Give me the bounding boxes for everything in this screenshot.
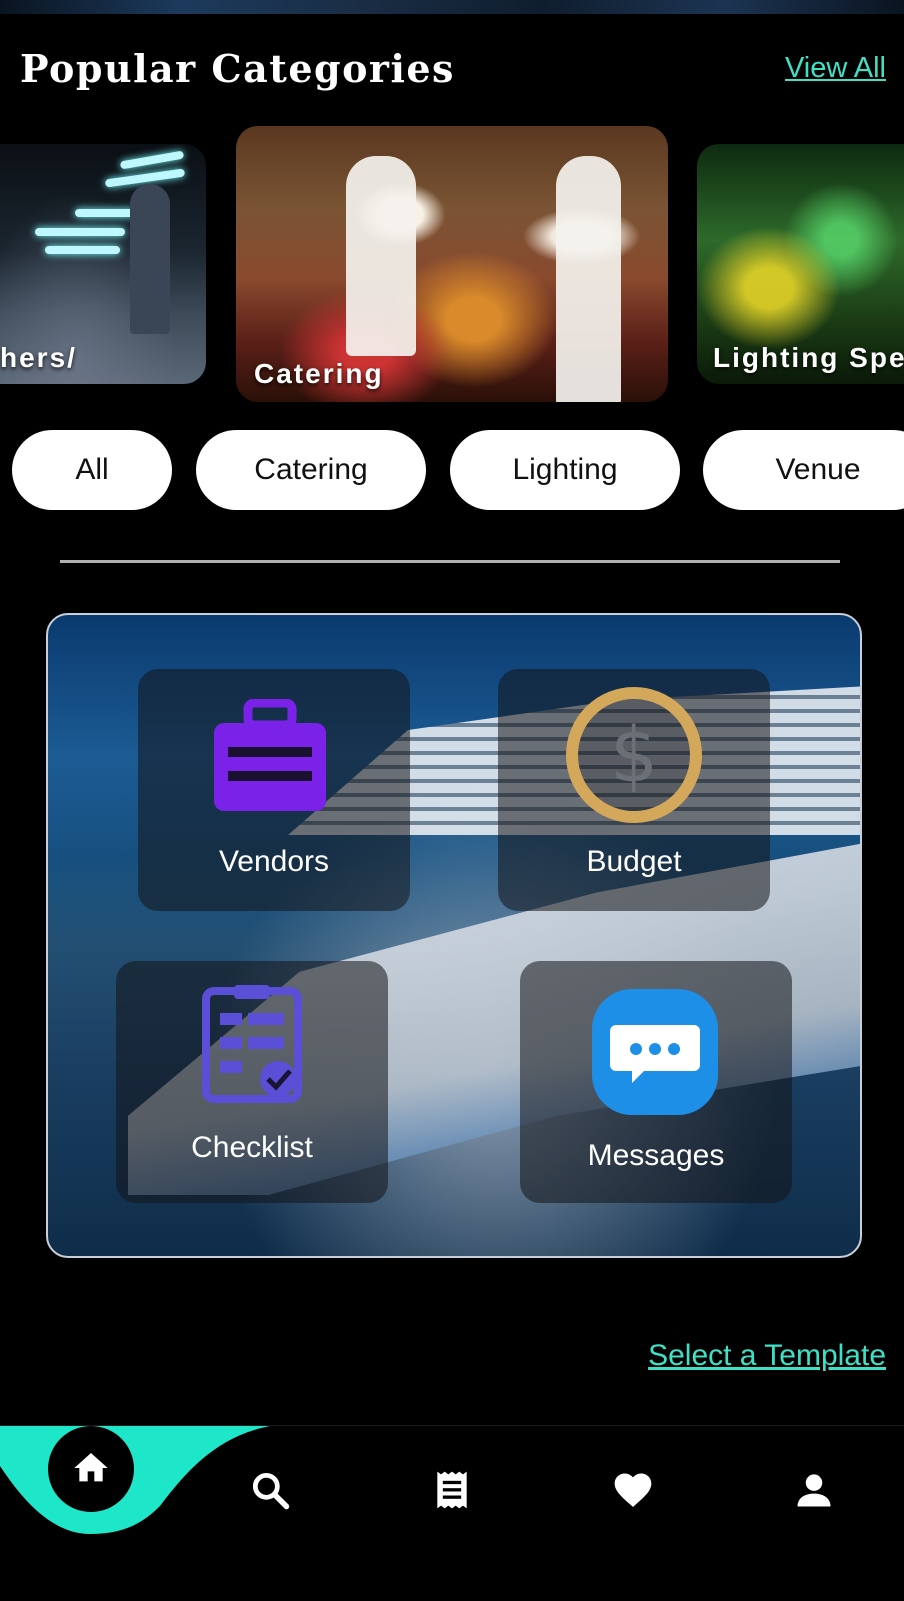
- messages-tile[interactable]: Messages: [520, 961, 792, 1203]
- section-title: Popular Categories: [20, 46, 455, 91]
- top-image-strip: [0, 0, 904, 14]
- chef-figure: [556, 156, 621, 402]
- speaker-figure: [130, 184, 170, 334]
- svg-text:$: $: [610, 710, 658, 799]
- bottom-nav: [0, 1425, 904, 1601]
- filter-lighting[interactable]: Lighting: [450, 430, 680, 510]
- stage-light-shape: [75, 209, 135, 217]
- filter-catering[interactable]: Catering: [196, 430, 426, 510]
- messages-label: Messages: [587, 1139, 725, 1172]
- home-button[interactable]: [48, 1426, 134, 1512]
- select-template-link[interactable]: Select a Template: [648, 1339, 886, 1373]
- search-icon[interactable]: [248, 1468, 292, 1512]
- category-label: hers/: [0, 342, 77, 373]
- checklist-tile[interactable]: Checklist: [116, 961, 388, 1203]
- budget-label: Budget: [586, 845, 682, 878]
- budget-tile[interactable]: $ Budget: [498, 669, 770, 911]
- clipboard-check-icon: [202, 985, 302, 1103]
- category-card-catering[interactable]: Catering: [236, 126, 668, 402]
- vendors-tile[interactable]: Vendors: [138, 669, 410, 911]
- filter-venue[interactable]: Venue: [703, 430, 904, 510]
- heart-icon[interactable]: [611, 1468, 655, 1512]
- dollar-coin-icon: $: [566, 687, 702, 823]
- person-icon[interactable]: [792, 1468, 836, 1512]
- stage-light-shape: [35, 228, 125, 236]
- chef-figure: [346, 156, 416, 356]
- stage-light-shape: [119, 150, 185, 170]
- category-card-speakers[interactable]: hers/: [0, 144, 206, 384]
- vendors-label: Vendors: [218, 845, 330, 878]
- chat-bubble-icon: [592, 989, 718, 1115]
- divider: [60, 560, 840, 563]
- category-label: Lighting Spec: [713, 342, 904, 373]
- home-icon: [74, 1453, 108, 1482]
- filter-all[interactable]: All: [12, 430, 172, 510]
- briefcase-icon: [214, 699, 326, 811]
- category-card-lighting[interactable]: Lighting Spec: [697, 144, 904, 384]
- stage-light-shape: [45, 246, 120, 254]
- active-tab-wave: [0, 1426, 270, 1534]
- view-all-link[interactable]: View All: [785, 52, 886, 85]
- dashboard-card: Vendors $ Budget Checklist Messages: [46, 613, 862, 1258]
- checklist-label: Checklist: [191, 1131, 313, 1164]
- category-label: Catering: [254, 358, 384, 389]
- receipt-icon[interactable]: [430, 1468, 474, 1512]
